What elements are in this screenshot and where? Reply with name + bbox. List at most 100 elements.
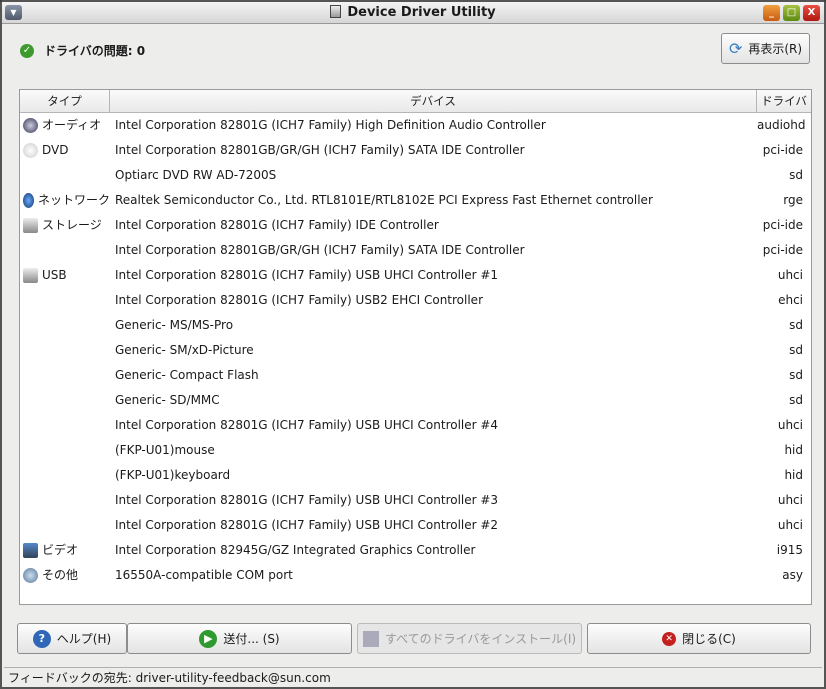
minimize-button[interactable]: _ <box>763 5 780 21</box>
type-cell <box>20 488 110 513</box>
audio-icon <box>23 118 38 133</box>
driver-cell: uhci <box>777 418 803 432</box>
type-label: ストレージ <box>42 218 102 232</box>
table-row[interactable]: その他 16550A-compatible COM port asy <box>20 563 811 588</box>
device-cell: Generic- MS/MS-Pro <box>115 318 234 332</box>
driver-cell: ehci <box>778 293 803 307</box>
type-cell <box>20 388 110 413</box>
driver-cell: pci-ide <box>762 218 803 232</box>
type-cell <box>20 413 110 438</box>
submit-label: 送付... (S) <box>223 632 280 646</box>
type-cell <box>20 313 110 338</box>
table-row[interactable]: Intel Corporation 82801G (ICH7 Family) U… <box>20 488 811 513</box>
table-row[interactable]: (FKP-U01)keyboard hid <box>20 463 811 488</box>
network-icon <box>23 193 34 208</box>
app-icon <box>330 5 342 18</box>
driver-cell: hid <box>784 468 803 482</box>
type-cell <box>20 288 110 313</box>
column-header-device[interactable]: デバイス <box>110 90 757 112</box>
table-row[interactable]: オーディオ Intel Corporation 82801G (ICH7 Fami… <box>20 113 811 138</box>
table-row[interactable]: USB Intel Corporation 82801G (ICH7 Family… <box>20 263 811 288</box>
driver-cell: sd <box>789 168 803 182</box>
device-cell: Intel Corporation 82801G (ICH7 Family) U… <box>115 418 499 432</box>
table-row[interactable]: ストレージ Intel Corporation 82801G (ICH7 Fami… <box>20 213 811 238</box>
device-table: タイプ デバイス ドライバ オーディオ Intel Corporation 828… <box>19 89 812 605</box>
driver-cell: asy <box>782 568 803 582</box>
video-icon <box>23 543 38 558</box>
type-cell <box>20 338 110 363</box>
driver-cell: sd <box>789 368 803 382</box>
close-button[interactable]: ✕ 閉じる(C) <box>587 623 811 654</box>
driver-cell: uhci <box>777 518 803 532</box>
type-label: USB <box>42 268 67 282</box>
type-cell: USB <box>20 263 110 288</box>
help-icon: ? <box>32 629 51 648</box>
table-row[interactable]: Intel Corporation 82801G (ICH7 Family) U… <box>20 413 811 438</box>
status-text: ドライバの問題: 0 <box>44 44 146 58</box>
device-cell: Generic- SM/xD-Picture <box>115 343 254 357</box>
table-row[interactable]: Generic- Compact Flash sd <box>20 363 811 388</box>
type-cell <box>20 513 110 538</box>
close-icon: ✕ <box>662 631 677 646</box>
device-cell: Intel Corporation 82945G/GZ Integrated G… <box>115 543 476 557</box>
refresh-icon: ⟳ <box>728 39 743 58</box>
install-all-label: すべてのドライバをインストール(I) <box>384 632 577 646</box>
refresh-label: 再表示(R) <box>748 42 803 56</box>
help-button[interactable]: ? ヘルプ(H) <box>17 623 127 654</box>
window-menu-button[interactable]: ▼ <box>5 5 22 20</box>
main-window: ▼ Device Driver Utility _ □ X ✓ ドライバの問題:… <box>0 0 826 689</box>
feedback-text: フィードバックの宛先: driver-utility-feedback@sun.… <box>8 671 331 685</box>
usb-icon <box>23 268 38 283</box>
driver-cell: sd <box>789 343 803 357</box>
column-header-driver[interactable]: ドライバ <box>757 90 811 112</box>
driver-status: ✓ ドライバの問題: 0 <box>20 42 145 59</box>
refresh-button[interactable]: ⟳ 再表示(R) <box>721 33 810 64</box>
window-title: Device Driver Utility <box>347 5 496 20</box>
table-row[interactable]: Intel Corporation 82801GB/GR/GH (ICH7 Fa… <box>20 238 811 263</box>
table-row[interactable]: Intel Corporation 82801G (ICH7 Family) U… <box>20 288 811 313</box>
driver-cell: sd <box>789 318 803 332</box>
device-cell: Realtek Semiconductor Co., Ltd. RTL8101E… <box>115 193 653 207</box>
table-row[interactable]: Generic- SM/xD-Picture sd <box>20 338 811 363</box>
table-row[interactable]: Generic- SD/MMC sd <box>20 388 811 413</box>
type-cell: DVD <box>20 138 110 163</box>
type-label: オーディオ <box>42 118 102 132</box>
submit-button[interactable]: ▶ 送付... (S) <box>127 623 352 654</box>
device-cell: Generic- SD/MMC <box>115 393 220 407</box>
type-label: その他 <box>42 568 79 582</box>
device-cell: Intel Corporation 82801GB/GR/GH (ICH7 Fa… <box>115 243 525 257</box>
table-row[interactable]: Generic- MS/MS-Pro sd <box>20 313 811 338</box>
driver-cell: pci-ide <box>762 143 803 157</box>
driver-cell: hid <box>784 443 803 457</box>
table-row[interactable]: DVD Intel Corporation 82801GB/GR/GH (ICH7… <box>20 138 811 163</box>
type-cell <box>20 438 110 463</box>
driver-cell: i915 <box>776 543 803 557</box>
play-icon: ▶ <box>199 629 218 648</box>
close-window-button[interactable]: X <box>803 5 820 21</box>
maximize-button[interactable]: □ <box>783 5 800 21</box>
table-row[interactable]: Optiarc DVD RW AD-7200S sd <box>20 163 811 188</box>
column-header-type[interactable]: タイプ <box>20 90 110 112</box>
check-icon: ✓ <box>20 43 34 58</box>
table-row[interactable]: (FKP-U01)mouse hid <box>20 438 811 463</box>
device-cell: Generic- Compact Flash <box>115 368 259 382</box>
table-row[interactable]: ビデオ Intel Corporation 82945G/GZ Integrate… <box>20 538 811 563</box>
table-row[interactable]: Intel Corporation 82801G (ICH7 Family) U… <box>20 513 811 538</box>
type-label: ビデオ <box>42 543 79 557</box>
install-all-button[interactable]: すべてのドライバをインストール(I) <box>357 623 582 654</box>
table-header: タイプ デバイス ドライバ <box>20 90 811 113</box>
driver-cell: uhci <box>777 493 803 507</box>
type-cell: ネットワーク <box>20 188 110 213</box>
device-cell: Intel Corporation 82801G (ICH7 Family) U… <box>115 268 499 282</box>
driver-cell: rge <box>783 193 803 207</box>
driver-cell: pci-ide <box>762 243 803 257</box>
table-row[interactable]: ネットワーク Realtek Semiconductor Co., Ltd. RT… <box>20 188 811 213</box>
driver-cell: audiohd <box>757 118 806 132</box>
device-cell: Intel Corporation 82801G (ICH7 Family) U… <box>115 293 483 307</box>
dvd-icon <box>23 143 38 158</box>
type-cell <box>20 363 110 388</box>
type-cell: ビデオ <box>20 538 110 563</box>
close-label: 閉じる(C) <box>682 632 736 646</box>
device-cell: Intel Corporation 82801GB/GR/GH (ICH7 Fa… <box>115 143 525 157</box>
install-icon <box>362 630 379 647</box>
